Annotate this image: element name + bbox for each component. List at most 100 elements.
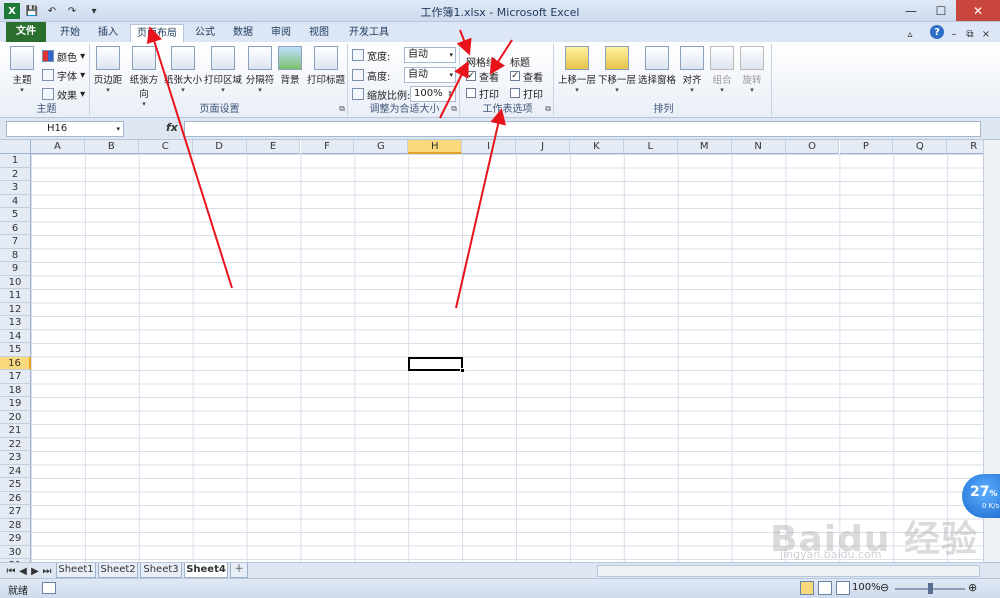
horizontal-scrollbar[interactable] [597,565,980,577]
zoom-level[interactable]: 100% [852,582,881,593]
column-header-f[interactable]: F [300,140,355,154]
fill-handle[interactable] [460,368,466,373]
margins-button[interactable]: 页边距 ▾ [92,46,124,94]
column-header-o[interactable]: O [785,140,840,154]
column-header-e[interactable]: E [246,140,301,154]
rotate-button[interactable]: 旋转 ▾ [738,46,766,94]
orientation-button[interactable]: 纸张方向 ▾ [126,46,162,108]
row-header-22[interactable]: 22 [0,437,31,451]
tab-data[interactable]: 数据 [226,24,260,42]
sheet-tab[interactable]: Sheet2 [98,563,138,578]
themes-button[interactable]: 主题 ▾ [6,46,38,94]
row-header-18[interactable]: 18 [0,383,31,397]
column-header-j[interactable]: J [516,140,570,154]
scale-launcher-icon[interactable]: ⧉ [451,104,457,114]
colors-button[interactable]: 颜色 ▾ [42,48,85,64]
name-box[interactable]: H16 ▾ [6,121,124,137]
column-header-p[interactable]: P [839,140,894,154]
column-header-r[interactable]: R [947,140,983,154]
first-sheet-icon[interactable]: ⏮ [6,563,16,579]
print-titles-button[interactable]: 打印标题 [306,46,346,86]
breaks-button[interactable]: 分隔符 ▾ [244,46,276,94]
page-size-button[interactable]: 纸张大小 ▾ [164,46,202,94]
row-header-19[interactable]: 19 [0,397,31,411]
row-header-1[interactable]: 1 [0,154,31,168]
tab-view[interactable]: 视图 [302,24,336,42]
column-header-i[interactable]: I [462,140,517,154]
row-header-11[interactable]: 11 [0,289,31,303]
workbook-close-icon[interactable]: × [980,26,992,42]
select-all-corner[interactable] [0,140,31,154]
insert-function-icon[interactable]: fx [166,121,178,134]
spreadsheet-grid[interactable]: ABCDEFGHIJKLMNOPQR 1 2 3 4 5 6 7 8 9 10 11 12 13 14 15… [0,140,983,562]
row-header-8[interactable]: 8 [0,248,31,262]
column-header-b[interactable]: B [84,140,139,154]
row-header-29[interactable]: 29 [0,532,31,546]
active-cell[interactable] [408,356,466,373]
column-header-c[interactable]: C [138,140,193,154]
row-header-15[interactable]: 15 [0,343,31,357]
headings-print-checkbox[interactable]: 打印 [510,85,543,101]
column-header-k[interactable]: K [570,140,624,154]
row-header-2[interactable]: 2 [0,167,31,181]
column-header-l[interactable]: L [623,140,678,154]
macro-record-icon[interactable] [42,582,56,594]
tab-file[interactable]: 文件 [6,22,46,42]
align-button[interactable]: 对齐 ▾ [678,46,706,94]
prev-sheet-icon[interactable]: ◀ [18,563,28,579]
tab-formulas[interactable]: 公式 [188,24,222,42]
background-button[interactable]: 背景 [276,46,304,86]
page-setup-launcher-icon[interactable]: ⧉ [339,104,345,114]
page-layout-view-icon[interactable] [818,581,832,595]
fonts-button[interactable]: 字体 ▾ [42,67,85,83]
cells-area[interactable] [31,154,983,562]
send-backward-button[interactable]: 下移一层 ▾ [598,46,636,94]
row-header-26[interactable]: 26 [0,491,31,505]
column-header-m[interactable]: M [677,140,732,154]
row-header-27[interactable]: 27 [0,505,31,519]
tab-insert[interactable]: 插入 [90,24,126,42]
help-icon[interactable]: ? [930,25,944,39]
zoom-slider-thumb[interactable] [928,583,933,594]
maximize-button[interactable]: ☐ [926,0,956,21]
minimize-ribbon-icon[interactable]: ▵ [904,26,916,42]
row-header-25[interactable]: 25 [0,478,31,492]
minimize-button[interactable]: — [896,0,926,21]
column-header-q[interactable]: Q [893,140,948,154]
workbook-minimize-icon[interactable]: – [948,26,960,42]
sheet-tab[interactable]: Sheet1 [56,563,96,578]
row-header-28[interactable]: 28 [0,518,31,532]
last-sheet-icon[interactable]: ⏭ [42,563,52,579]
headings-view-checkbox[interactable]: ✓ 查看 [510,68,543,84]
next-sheet-icon[interactable]: ▶ [30,563,40,579]
column-header-g[interactable]: G [354,140,409,154]
column-header-a[interactable]: A [31,140,85,154]
row-header-17[interactable]: 17 [0,370,31,384]
zoom-out-icon[interactable]: ⊖ [880,581,889,594]
tab-page-layout[interactable]: 页面布局 [130,24,184,44]
column-header-n[interactable]: N [731,140,786,154]
sheet-options-launcher-icon[interactable]: ⧉ [545,104,551,114]
gridlines-print-checkbox[interactable]: 打印 [466,85,499,101]
width-select[interactable]: 自动 ▾ [404,47,456,63]
row-header-5[interactable]: 5 [0,208,31,222]
row-header-3[interactable]: 3 [0,181,31,195]
column-header-d[interactable]: D [192,140,247,154]
normal-view-icon[interactable] [800,581,814,595]
tab-developer[interactable]: 开发工具 [342,24,396,42]
sheet-tab[interactable]: Sheet3 [140,563,182,578]
tab-home[interactable]: 开始 [52,24,88,42]
row-header-24[interactable]: 24 [0,464,31,478]
formula-input[interactable] [184,121,981,137]
row-header-20[interactable]: 20 [0,410,31,424]
group-button[interactable]: 组合 ▾ [708,46,736,94]
height-select[interactable]: 自动 ▾ [404,67,456,83]
sheet-tab-active[interactable]: Sheet4 [184,563,228,578]
zoom-in-icon[interactable]: ⊕ [968,581,977,594]
tab-review[interactable]: 审阅 [264,24,298,42]
close-button[interactable]: ✕ [956,0,1000,21]
workbook-restore-icon[interactable]: ⧉ [964,26,976,42]
row-header-4[interactable]: 4 [0,194,31,208]
column-header-h[interactable]: H [408,140,463,154]
selection-pane-button[interactable]: 选择窗格 [638,46,676,86]
